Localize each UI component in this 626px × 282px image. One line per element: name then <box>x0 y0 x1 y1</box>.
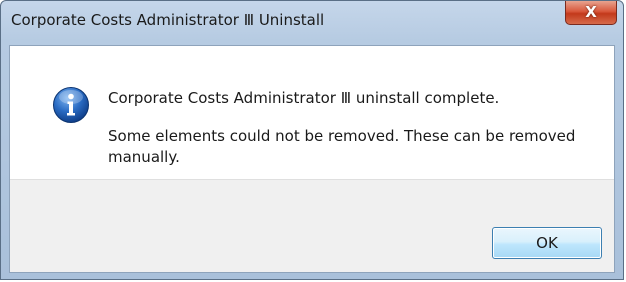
close-button[interactable]: X <box>565 1 617 25</box>
secondary-message: Some elements could not be removed. Thes… <box>108 127 576 166</box>
close-icon: X <box>585 3 597 21</box>
info-icon <box>53 87 89 123</box>
main-message: Corporate Costs Administrator Ⅲ uninstal… <box>108 89 500 107</box>
dialog-window: Corporate Costs Administrator Ⅲ Uninstal… <box>0 0 624 280</box>
message-area: Corporate Costs Administrator Ⅲ uninstal… <box>10 46 614 179</box>
button-bar: OK <box>10 179 614 272</box>
window-title: Corporate Costs Administrator Ⅲ Uninstal… <box>11 11 325 29</box>
ok-button[interactable]: OK <box>492 227 602 259</box>
dialog-client-area: Corporate Costs Administrator Ⅲ uninstal… <box>9 45 615 273</box>
title-bar[interactable]: Corporate Costs Administrator Ⅲ Uninstal… <box>1 1 623 45</box>
